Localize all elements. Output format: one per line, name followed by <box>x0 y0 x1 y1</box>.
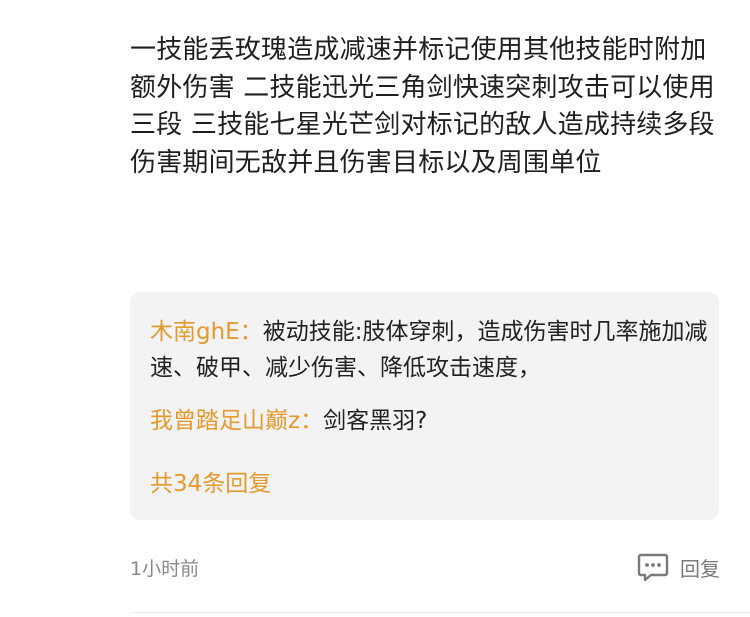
reply-author[interactable]: 木南ghE： <box>150 319 263 345</box>
reply-item[interactable]: 木南ghE：被动技能:肢体穿刺，造成伤害时几率施加减速、破甲、减少伤害、降低攻击… <box>150 314 710 386</box>
comment-footer: 1小时前 回复 <box>130 550 720 586</box>
comment-timestamp: 1小时前 <box>130 558 200 580</box>
reply-text: 剑客黑羽? <box>323 408 428 434</box>
divider <box>130 612 750 613</box>
comment-text: 一技能丢玫瑰造成减速并标记使用其他技能时附加额外伤害 二技能迅光三角剑快速突刺攻… <box>130 35 715 178</box>
reply-item[interactable]: 我曾踏足山巅z：剑客黑羽? <box>150 403 710 439</box>
reply-author[interactable]: 我曾踏足山巅z： <box>150 408 323 434</box>
view-all-replies-link[interactable]: 共34条回复 <box>150 466 271 502</box>
reply-button[interactable]: 回复 <box>636 550 720 584</box>
reply-button-label: 回复 <box>680 556 720 581</box>
comment-bubble-icon <box>636 550 670 584</box>
comment-item: 一技能丢玫瑰造成减速并标记使用其他技能时附加额外伤害 二技能迅光三角剑快速突刺攻… <box>130 0 720 617</box>
